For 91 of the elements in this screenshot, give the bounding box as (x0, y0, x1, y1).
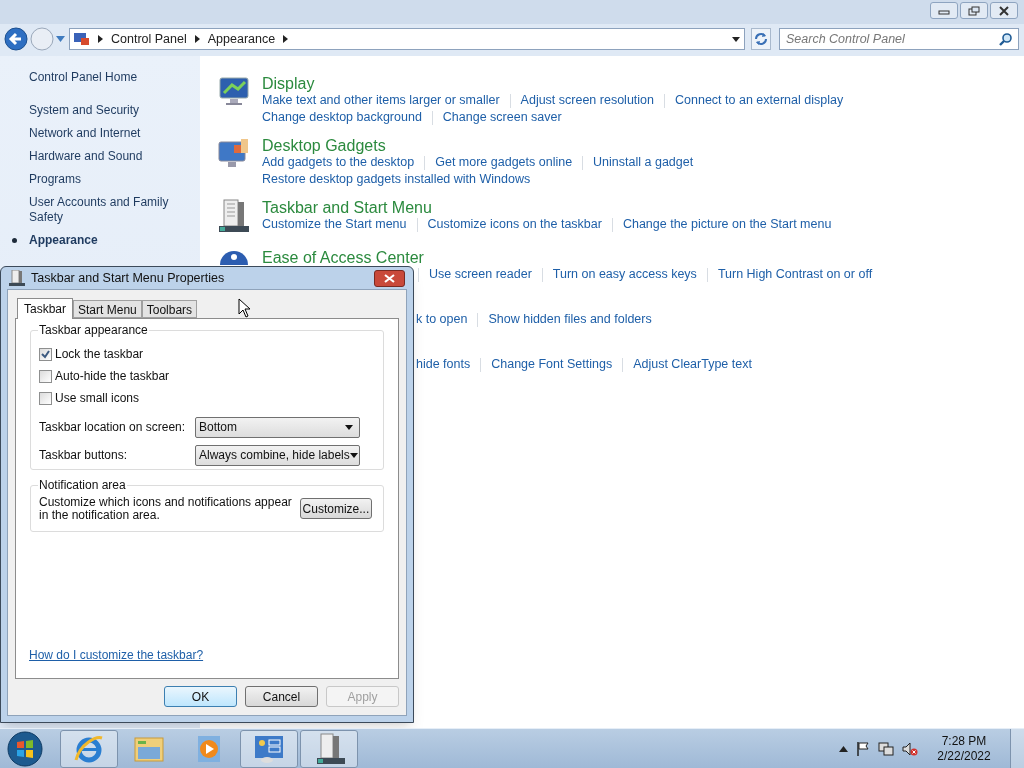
description-text: Customize which icons and notifications appear in the notification area. (39, 495, 293, 522)
task-link[interactable]: Connect to an external display (675, 91, 844, 110)
dropdown-arrow-icon (349, 452, 358, 458)
breadcrumb-item[interactable]: Control Panel (111, 29, 187, 49)
clock-date[interactable]: 2/22/2022 (937, 748, 991, 764)
sidebar-item[interactable]: System and Security (29, 103, 191, 118)
checkbox-label[interactable]: Use small icons (55, 389, 140, 408)
taskbar-button[interactable] (240, 729, 298, 768)
app-icon (9, 270, 25, 286)
group-title: Notification area (38, 478, 127, 492)
close-button[interactable] (374, 269, 405, 287)
checkbox-label[interactable]: Lock the taskbar (55, 345, 144, 364)
task-link[interactable]: k to open (416, 310, 468, 329)
muted-speaker-icon[interactable] (902, 741, 918, 756)
dropdown[interactable]: Bottom (195, 416, 360, 438)
gadgets-icon[interactable] (218, 137, 250, 169)
taskbar-button[interactable] (300, 729, 358, 768)
customize-button[interactable]: Customize... (299, 498, 372, 519)
group-title: Taskbar appearance (38, 323, 149, 337)
close-icon[interactable] (998, 5, 1010, 16)
help-link[interactable]: How do I customize the taskbar? (29, 646, 204, 664)
control-panel-icon (74, 32, 90, 46)
section-heading[interactable]: Display (262, 75, 315, 92)
task-link[interactable]: Uninstall a gadget (593, 153, 694, 172)
play-icon[interactable] (195, 733, 223, 764)
sidebar-item[interactable]: Network and Internet (29, 126, 191, 141)
chevron-icon[interactable] (283, 35, 289, 43)
task-link[interactable]: Restore desktop gadgets installed with Windows (262, 170, 531, 189)
search-box[interactable]: Search Control Panel (779, 28, 1019, 50)
tab[interactable]: Start Menu (73, 300, 142, 318)
history-dropdown-icon[interactable] (56, 36, 65, 42)
task-link[interactable]: Change the picture on the Start menu (622, 215, 832, 234)
sidebar-item[interactable]: Appearance (29, 233, 191, 248)
sidebar-item[interactable]: Hardware and Sound (29, 149, 191, 164)
section-heading[interactable]: Taskbar and Start Menu (262, 199, 432, 216)
task-link[interactable]: Make text and other items larger or smaller (262, 91, 500, 110)
checkbox[interactable] (39, 391, 52, 405)
bullet-icon (12, 238, 17, 243)
clock-time[interactable]: 7:28 PM (941, 733, 987, 749)
task-link[interactable]: Change screen saver (442, 108, 562, 127)
tab[interactable]: Toolbars (141, 300, 198, 318)
task-link[interactable]: Turn on easy access keys (552, 265, 697, 284)
chevron-icon[interactable] (98, 35, 103, 43)
task-link[interactable]: hide fonts (416, 355, 471, 374)
checkbox-label[interactable]: Auto-hide the taskbar (55, 367, 170, 386)
field-label: Taskbar location on screen: (39, 419, 187, 437)
back-button[interactable] (4, 27, 28, 51)
task-link[interactable]: Show hidden files and folders (488, 310, 652, 329)
accessibility-icon[interactable] (218, 249, 250, 265)
restore-button[interactable] (960, 2, 988, 19)
task-link[interactable]: Change desktop background (262, 108, 422, 127)
chevron-icon[interactable] (194, 35, 200, 43)
task-link[interactable]: Get more gadgets online (435, 153, 573, 172)
task-link[interactable]: Customize icons on the taskbar (427, 215, 602, 234)
task-link[interactable]: Add gadgets to the desktop (262, 153, 415, 172)
dialog-title: Taskbar and Start Menu Properties (31, 269, 225, 287)
task-link[interactable]: Change Font Settings (491, 355, 613, 374)
breadcrumb-item[interactable]: Appearance (207, 29, 276, 49)
section-heading[interactable]: Desktop Gadgets (262, 137, 386, 154)
restore-icon[interactable] (968, 5, 980, 16)
address-bar[interactable]: Control Panel Appearance (69, 28, 745, 50)
checkbox[interactable] (39, 369, 52, 383)
close-button[interactable] (990, 2, 1018, 19)
minimize-button[interactable] (930, 2, 958, 19)
dialog-button[interactable]: Cancel (245, 686, 318, 707)
task-link[interactable]: Customize the Start menu (262, 215, 407, 234)
section-heading[interactable]: Ease of Access Center (262, 249, 424, 266)
network-icon[interactable] (878, 741, 894, 756)
sidebar-item[interactable]: User Accounts and Family Safety (29, 195, 191, 225)
tab[interactable]: Taskbar (17, 298, 74, 319)
sidebar-item[interactable]: Programs (29, 172, 191, 187)
task-link[interactable]: Use screen reader (429, 265, 532, 284)
checkbox[interactable] (39, 347, 52, 361)
dropdown-arrow-icon (345, 424, 353, 430)
taskbar-icon[interactable] (218, 199, 250, 233)
dropdown-icon[interactable] (732, 36, 740, 42)
task-link[interactable]: Adjust ClearType text (633, 355, 752, 374)
show-hidden-icons-icon[interactable] (839, 745, 848, 752)
start-button[interactable] (6, 729, 44, 768)
field-label: Taskbar buttons: (39, 447, 129, 465)
search-field[interactable]: Search Control Panel (786, 29, 999, 49)
flag-icon[interactable] (856, 741, 870, 756)
task-link[interactable]: Adjust screen resolution (520, 91, 654, 110)
task-link[interactable]: Turn High Contrast on or off (717, 265, 873, 284)
dialog-button[interactable]: OK (164, 686, 237, 707)
dropdown[interactable]: Always combine, hide labels (195, 444, 360, 466)
search-icon[interactable] (999, 32, 1012, 46)
monitor-icon[interactable] (218, 75, 250, 107)
browser-icon[interactable] (74, 733, 104, 764)
control-panel-icon[interactable] (253, 733, 285, 764)
sidebar-link[interactable]: Control Panel Home (29, 70, 138, 85)
